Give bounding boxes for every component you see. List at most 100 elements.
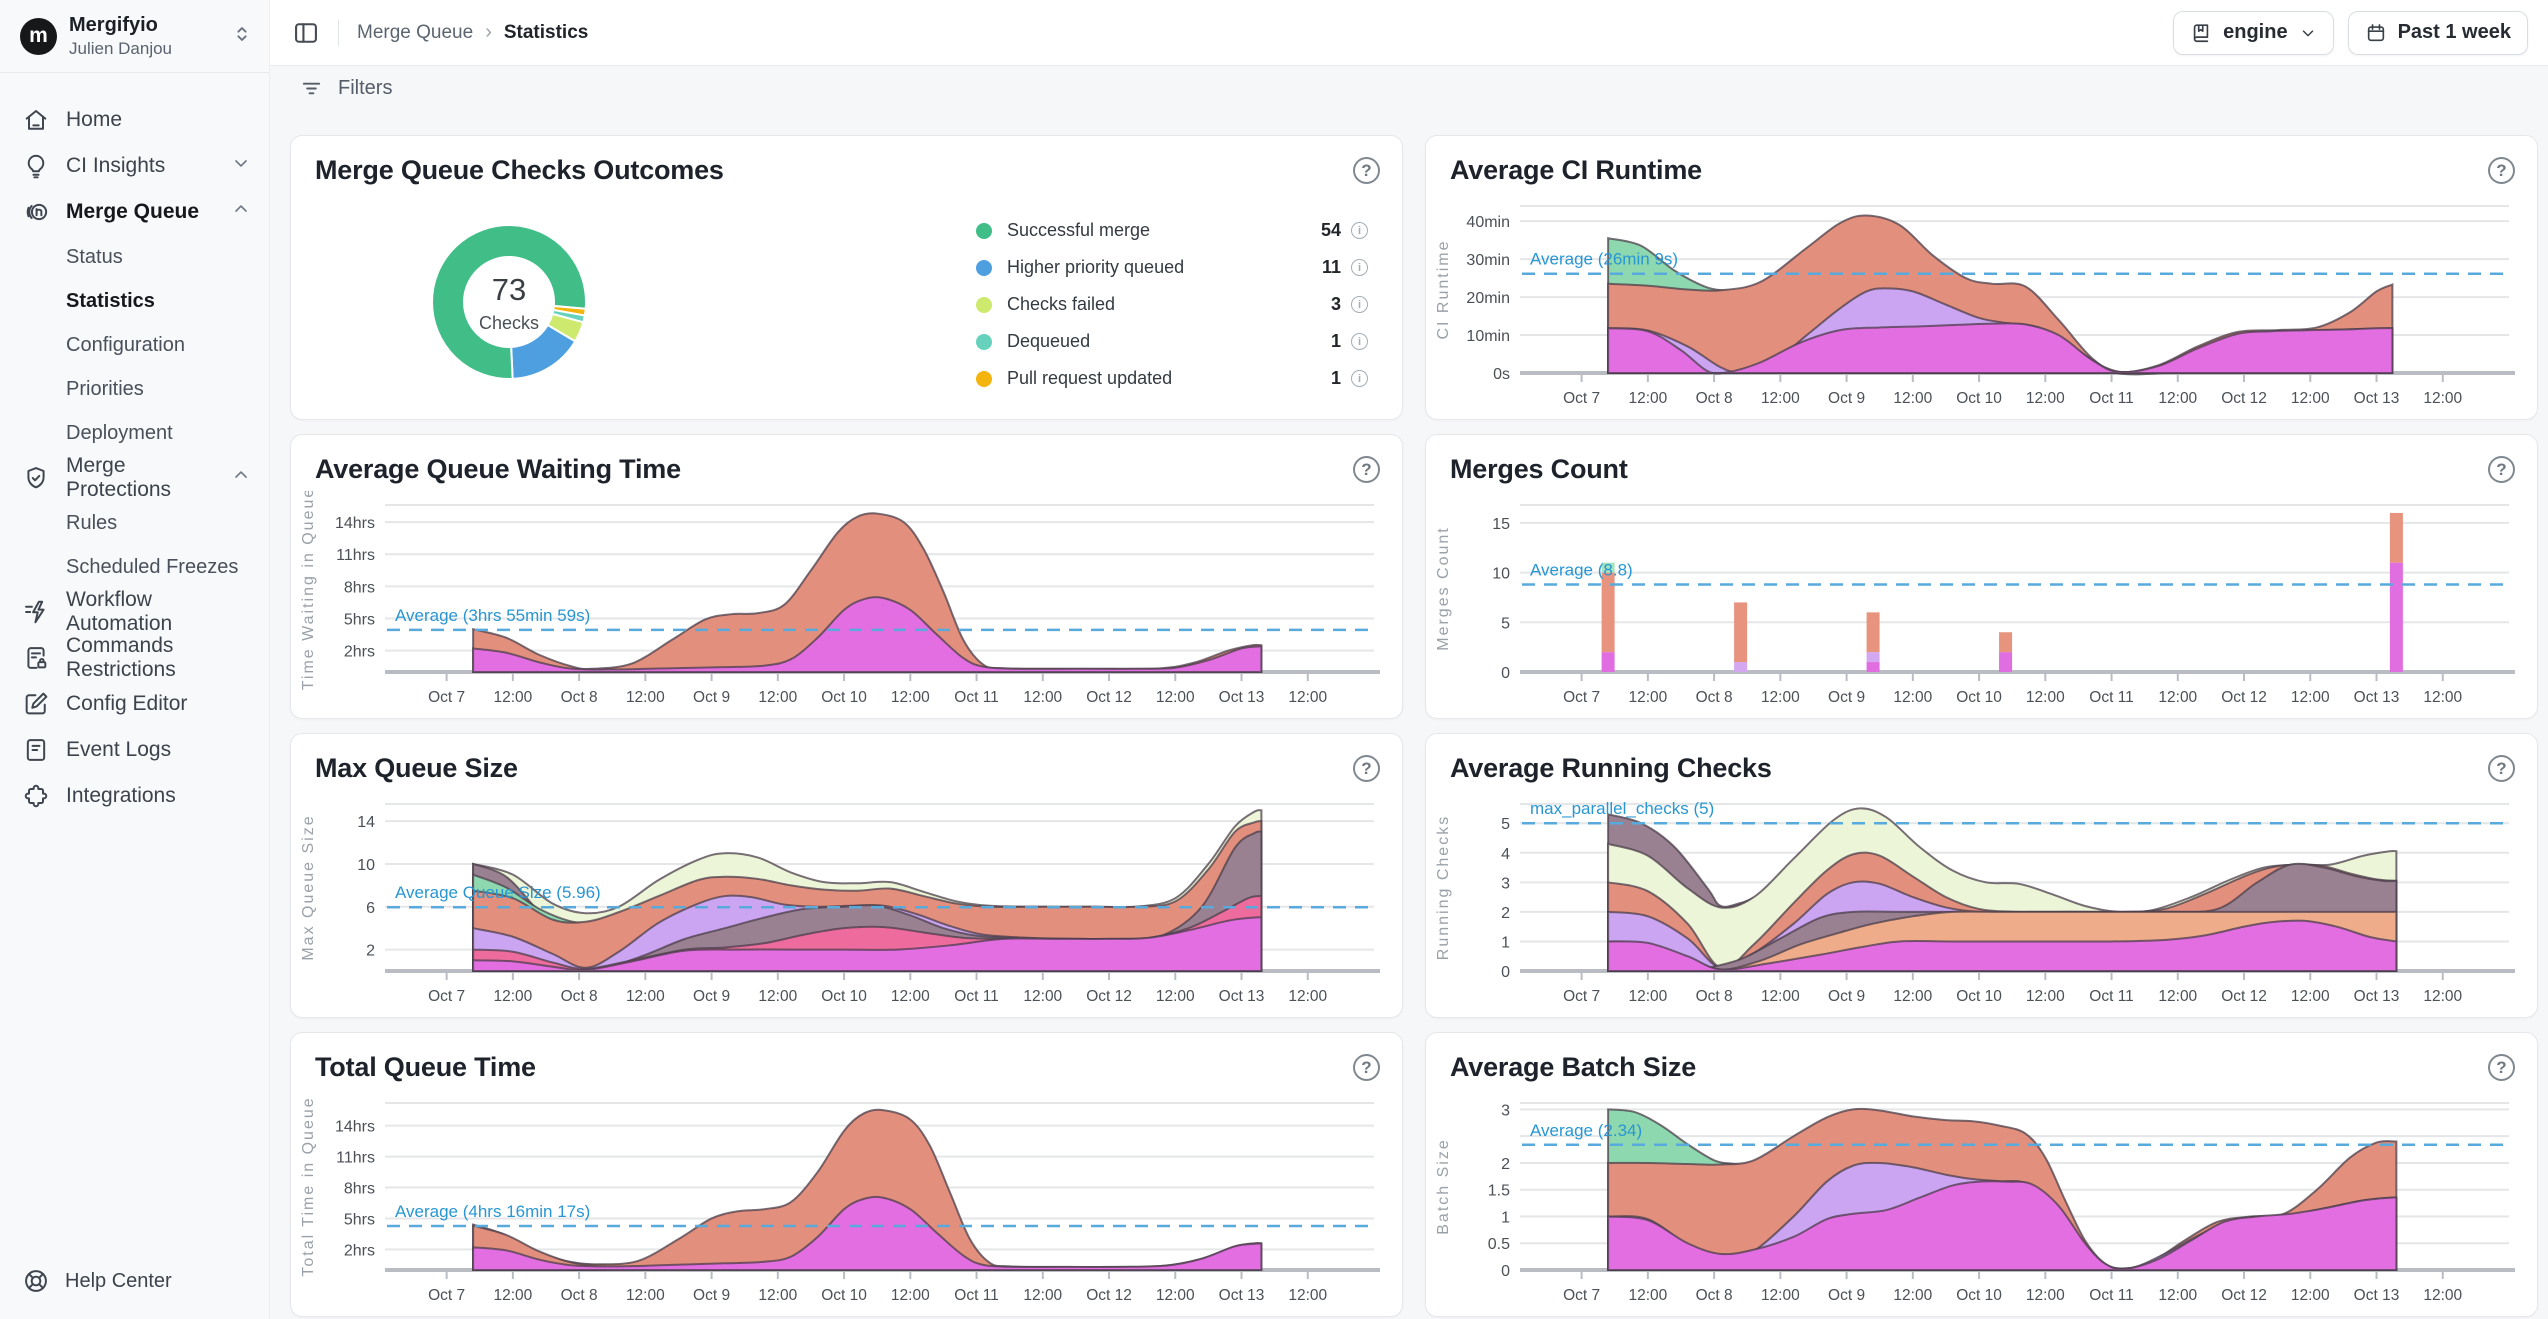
- svg-text:Oct 9: Oct 9: [1828, 988, 1865, 1005]
- sidebar-item-label: Workflow Automation: [66, 588, 251, 636]
- card-title: Average Batch Size: [1450, 1052, 1696, 1083]
- sidebar-item-home[interactable]: Home: [0, 97, 269, 143]
- svg-text:12:00: 12:00: [1628, 689, 1667, 706]
- total-queue-time-chart[interactable]: Average (4hrs 16min 17s)2hrs5hrs8hrs11hr…: [291, 1089, 1402, 1314]
- breadcrumb-separator: ›: [485, 21, 492, 44]
- svg-text:30min: 30min: [1466, 252, 1510, 269]
- sidebar-item-label: Status: [66, 246, 123, 269]
- svg-text:1: 1: [1501, 934, 1510, 951]
- card-average-queue-waiting-time: Average Queue Waiting Time ? Average (3h…: [290, 434, 1403, 719]
- svg-text:12:00: 12:00: [1761, 390, 1800, 407]
- svg-text:12:00: 12:00: [626, 988, 665, 1005]
- help-icon[interactable]: ?: [2488, 755, 2515, 782]
- average-annotation: Average (3hrs 55min 59s): [395, 606, 590, 625]
- svg-text:Oct 7: Oct 7: [428, 689, 465, 706]
- svg-text:12:00: 12:00: [1893, 1287, 1932, 1304]
- svg-text:Oct 10: Oct 10: [821, 689, 867, 706]
- help-icon[interactable]: ?: [1353, 456, 1380, 483]
- help-icon[interactable]: ?: [2488, 456, 2515, 483]
- info-icon[interactable]: i: [1351, 296, 1368, 313]
- legend-item[interactable]: Successful merge54i: [976, 212, 1368, 249]
- card-max-queue-size: Max Queue Size ? Average Queue Size (5.9…: [290, 733, 1403, 1018]
- svg-text:12:00: 12:00: [1628, 1287, 1667, 1304]
- svg-text:12:00: 12:00: [2423, 390, 2462, 407]
- sidebar-item-priorities[interactable]: Priorities: [0, 367, 269, 411]
- sidebar-item-rules[interactable]: Rules: [0, 501, 269, 545]
- org-user: Julien Danjou: [69, 38, 219, 59]
- sidebar-item-ci-insights[interactable]: CI Insights: [0, 143, 269, 189]
- svg-text:0.5: 0.5: [1488, 1236, 1510, 1253]
- info-icon[interactable]: i: [1351, 222, 1368, 239]
- org-switcher[interactable]: m Mergifyio Julien Danjou: [0, 0, 269, 73]
- ci-runtime-chart[interactable]: Average (26min 9s)0s10min20min30min40min…: [1426, 192, 2537, 417]
- svg-text:0s: 0s: [1493, 366, 1510, 383]
- svg-text:Oct 13: Oct 13: [2354, 689, 2400, 706]
- info-icon[interactable]: i: [1351, 370, 1368, 387]
- running-checks-chart[interactable]: max_parallel_checks (5)012345Oct 712:00O…: [1426, 790, 2537, 1015]
- sidebar-item-label: Statistics: [66, 290, 155, 313]
- sidebar-item-workflow-automation[interactable]: Workflow Automation: [0, 589, 269, 635]
- sidebar-item-status[interactable]: Status: [0, 235, 269, 279]
- svg-text:Oct 13: Oct 13: [2354, 390, 2400, 407]
- sidebar-item-config-editor[interactable]: Config Editor: [0, 681, 269, 727]
- topbar: Merge Queue › Statistics engine Past 1 w…: [270, 0, 2548, 66]
- svg-text:12:00: 12:00: [2423, 988, 2462, 1005]
- chevrons-up-down-icon[interactable]: [231, 23, 253, 50]
- sidebar-item-commands-restrictions[interactable]: Commands Restrictions: [0, 635, 269, 681]
- sidebar-item-statistics[interactable]: Statistics: [0, 279, 269, 323]
- svg-text:12:00: 12:00: [2026, 1287, 2065, 1304]
- legend-value: 54: [1321, 220, 1341, 241]
- outcomes-donut-chart[interactable]: 73ChecksSuccessful merge54iHigher priori…: [291, 184, 1402, 419]
- lightbulb-icon: [22, 152, 50, 180]
- average-annotation: Average (2.34): [1530, 1121, 1642, 1140]
- svg-text:Oct 11: Oct 11: [954, 1287, 999, 1304]
- info-icon[interactable]: i: [1351, 259, 1368, 276]
- repository-select[interactable]: engine: [2173, 11, 2333, 55]
- sidebar-item-integrations[interactable]: Integrations: [0, 773, 269, 819]
- sidebar-toggle-icon[interactable]: [292, 19, 320, 47]
- sidebar-item-configuration[interactable]: Configuration: [0, 323, 269, 367]
- help-icon[interactable]: ?: [1353, 157, 1380, 184]
- breadcrumb-merge-queue[interactable]: Merge Queue: [357, 22, 473, 44]
- svg-text:Oct 8: Oct 8: [561, 1287, 598, 1304]
- sidebar-item-scheduled-freezes[interactable]: Scheduled Freezes: [0, 545, 269, 589]
- legend-item[interactable]: Pull request updated1i: [976, 360, 1368, 397]
- svg-text:Oct 12: Oct 12: [2221, 689, 2267, 706]
- y-axis-title: Time Waiting in Queue: [300, 491, 317, 690]
- batch-size-chart[interactable]: Average (2.34)00.511.523Oct 712:00Oct 81…: [1426, 1089, 2537, 1314]
- help-icon[interactable]: ?: [2488, 157, 2515, 184]
- queue-waiting-chart[interactable]: Average (3hrs 55min 59s)2hrs5hrs8hrs11hr…: [291, 491, 1402, 716]
- help-center[interactable]: Help Center: [0, 1243, 269, 1319]
- legend-value: 11: [1322, 257, 1341, 278]
- svg-text:5: 5: [1501, 615, 1510, 632]
- svg-text:Oct 11: Oct 11: [954, 689, 999, 706]
- zap-lines-icon: [22, 598, 50, 626]
- average-annotation: Average (8.8): [1530, 561, 1633, 580]
- legend-value: 3: [1331, 294, 1341, 315]
- legend-item[interactable]: Checks failed3i: [976, 286, 1368, 323]
- help-icon[interactable]: ?: [1353, 755, 1380, 782]
- sidebar-item-event-logs[interactable]: Event Logs: [0, 727, 269, 773]
- legend-item[interactable]: Dequeued1i: [976, 323, 1368, 360]
- max-queue-size-chart[interactable]: Average Queue Size (5.96)261014Oct 712:0…: [291, 790, 1402, 1015]
- sidebar-item-merge-protections[interactable]: Merge Protections: [0, 455, 269, 501]
- time-range-button[interactable]: Past 1 week: [2348, 11, 2528, 55]
- legend-item[interactable]: Higher priority queued11i: [976, 249, 1368, 286]
- sidebar-item-deployment[interactable]: Deployment: [0, 411, 269, 455]
- help-icon[interactable]: ?: [1353, 1054, 1380, 1081]
- breadcrumb-current: Statistics: [504, 22, 588, 44]
- sidebar-item-merge-queue[interactable]: Merge Queue: [0, 189, 269, 235]
- svg-text:12:00: 12:00: [2158, 390, 2197, 407]
- svg-text:12:00: 12:00: [2158, 988, 2197, 1005]
- svg-text:0: 0: [1501, 1263, 1510, 1280]
- svg-text:12:00: 12:00: [626, 689, 665, 706]
- svg-text:Oct 10: Oct 10: [821, 988, 867, 1005]
- filters-bar[interactable]: Filters: [270, 66, 2548, 111]
- card-average-batch-size: Average Batch Size ? Average (2.34) 0 0.5 1…: [1425, 1032, 2538, 1317]
- svg-text:Oct 8: Oct 8: [1696, 689, 1733, 706]
- svg-text:Oct 9: Oct 9: [1828, 390, 1865, 407]
- merges-count-chart[interactable]: Average (8.8)051015Oct 712:00Oct 812:00O…: [1426, 491, 2537, 716]
- svg-text:12:00: 12:00: [758, 988, 797, 1005]
- info-icon[interactable]: i: [1351, 333, 1368, 350]
- help-icon[interactable]: ?: [2488, 1054, 2515, 1081]
